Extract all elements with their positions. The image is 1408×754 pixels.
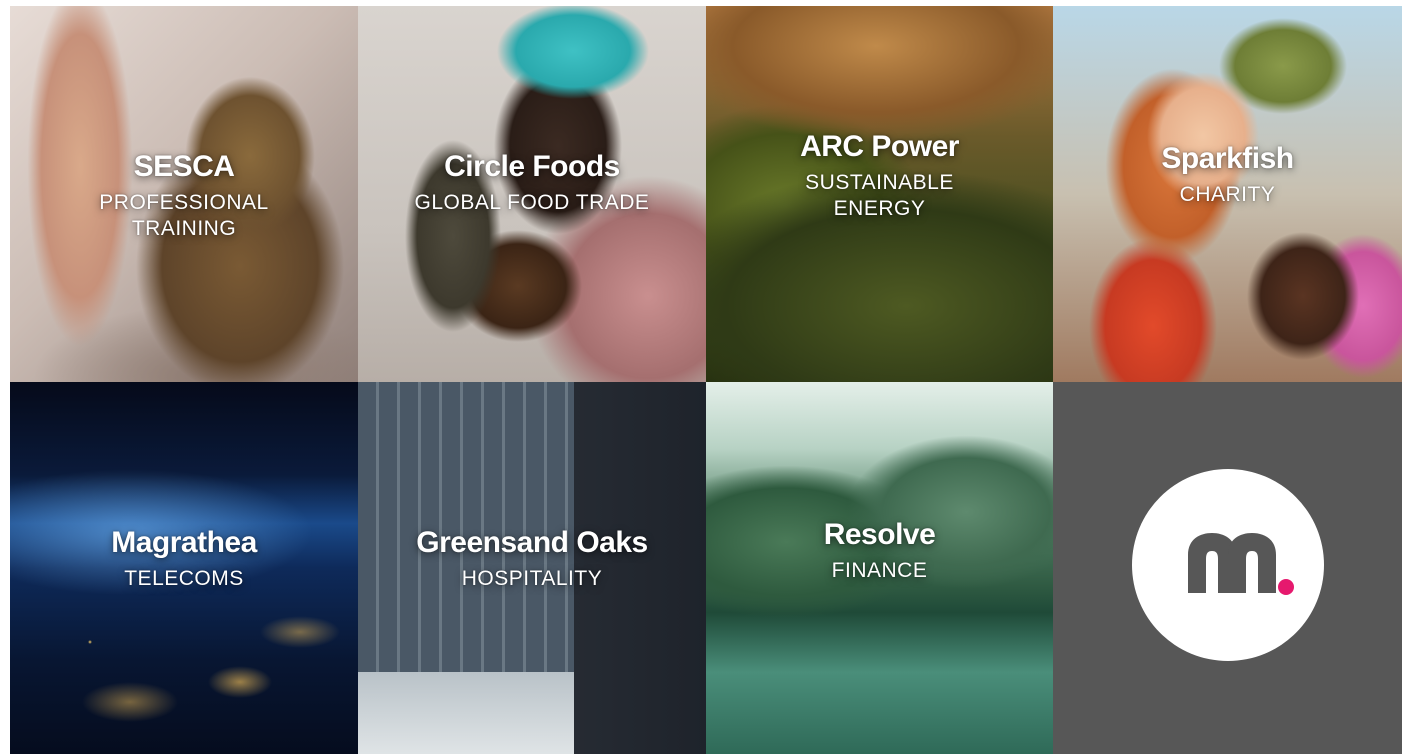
circle-foods-caption: Circle Foods GLOBAL FOOD TRADE bbox=[358, 150, 706, 216]
client-sector: CHARITY bbox=[1179, 183, 1276, 206]
client-sector: SUSTAINABLE ENERGY bbox=[805, 171, 954, 220]
portfolio-tile-magrathea[interactable]: Magrathea TELECOMS bbox=[10, 382, 358, 754]
arc-power-caption: ARC Power SUSTAINABLE ENERGY bbox=[706, 130, 1053, 222]
client-sector: PROFESSIONAL TRAINING bbox=[99, 191, 269, 240]
client-sector: HOSPITALITY bbox=[461, 567, 603, 590]
logo-disc bbox=[1132, 469, 1324, 661]
portfolio-tile-arc-power[interactable]: ARC Power SUSTAINABLE ENERGY bbox=[706, 6, 1053, 382]
portfolio-tile-resolve[interactable]: Resolve FINANCE bbox=[706, 382, 1053, 754]
brand-logo-tile[interactable] bbox=[1053, 382, 1402, 754]
sparkfish-caption: Sparkfish CHARITY bbox=[1053, 142, 1402, 208]
sesca-caption: SESCA PROFESSIONAL TRAINING bbox=[10, 150, 358, 242]
client-name: SESCA bbox=[133, 150, 235, 183]
client-name: Greensand Oaks bbox=[416, 526, 648, 559]
client-name: ARC Power bbox=[800, 130, 959, 163]
client-name: Circle Foods bbox=[444, 150, 620, 183]
client-name: Resolve bbox=[823, 518, 936, 551]
magrathea-caption: Magrathea TELECOMS bbox=[10, 526, 358, 592]
greensand-oaks-caption: Greensand Oaks HOSPITALITY bbox=[358, 526, 706, 592]
resolve-caption: Resolve FINANCE bbox=[706, 518, 1053, 584]
client-name: Magrathea bbox=[111, 526, 257, 559]
portfolio-tile-greensand-oaks[interactable]: Greensand Oaks HOSPITALITY bbox=[358, 382, 706, 754]
portfolio-tile-circle-foods[interactable]: Circle Foods GLOBAL FOOD TRADE bbox=[358, 6, 706, 382]
client-sector: TELECOMS bbox=[124, 567, 244, 590]
m-brand-logo-icon bbox=[1188, 533, 1294, 595]
portfolio-grid: SESCA PROFESSIONAL TRAINING Circle Foods… bbox=[10, 6, 1402, 754]
client-sector: FINANCE bbox=[831, 559, 928, 582]
portfolio-tile-sesca[interactable]: SESCA PROFESSIONAL TRAINING bbox=[10, 6, 358, 382]
portfolio-tile-sparkfish[interactable]: Sparkfish CHARITY bbox=[1053, 6, 1402, 382]
client-sector: GLOBAL FOOD TRADE bbox=[414, 191, 650, 214]
client-name: Sparkfish bbox=[1161, 142, 1294, 175]
